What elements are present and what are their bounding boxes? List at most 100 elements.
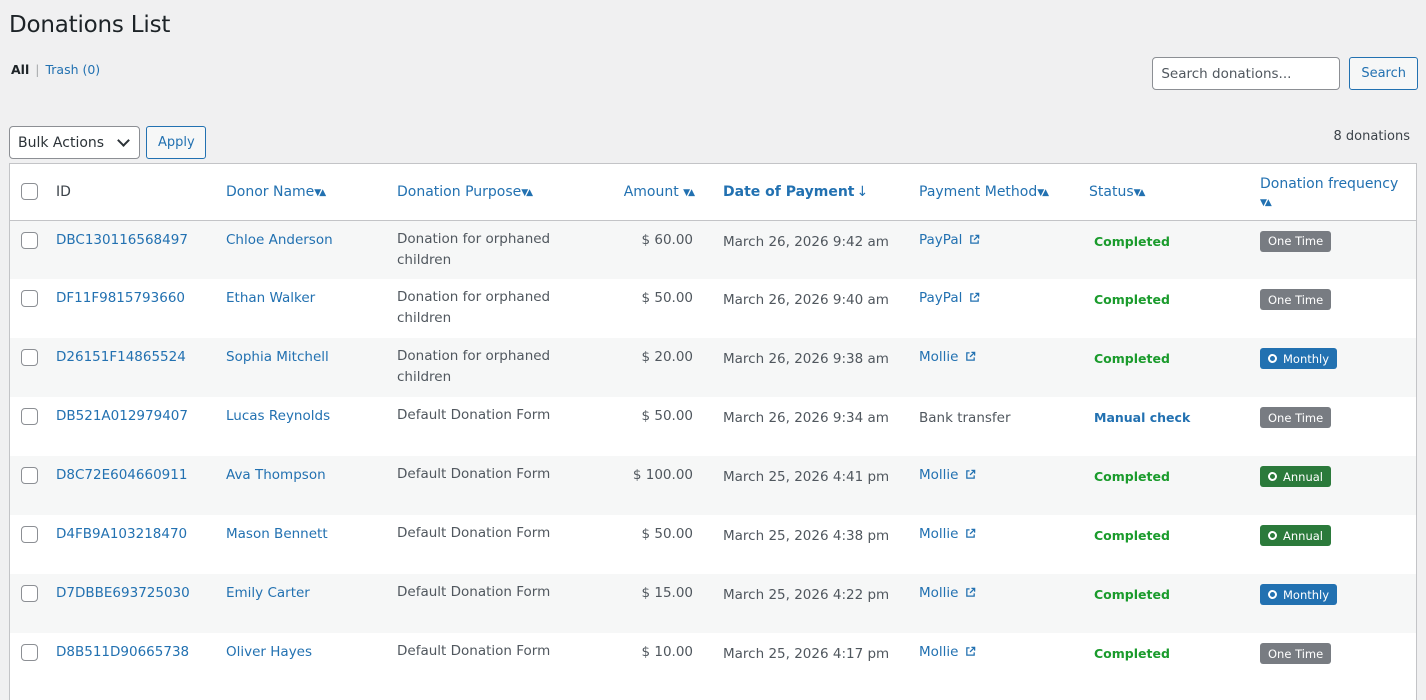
donation-id-link[interactable]: DB521A012979407 xyxy=(56,408,188,424)
donor-name-link[interactable]: Ethan Walker xyxy=(226,290,315,306)
donation-id-link[interactable]: D4FB9A103218470 xyxy=(56,526,187,542)
column-date-of-payment[interactable]: Date of Payment ↓ xyxy=(723,164,919,221)
date-cell: March 26, 2026 9:40 am xyxy=(723,279,919,338)
status-text: Completed xyxy=(1094,292,1170,307)
amount-cell: $ 60.00 xyxy=(611,220,723,279)
row-checkbox[interactable] xyxy=(21,644,38,661)
frequency-label: Monthly xyxy=(1283,351,1330,366)
recurring-cycle-icon xyxy=(1268,590,1277,599)
frequency-cell: One Time xyxy=(1260,279,1416,338)
payment-method[interactable]: Mollie xyxy=(919,585,958,601)
donor-name-link[interactable]: Oliver Hayes xyxy=(226,644,312,660)
status-text[interactable]: Manual check xyxy=(1089,408,1190,425)
donor-name-cell: Lucas Reynolds xyxy=(226,397,397,456)
date-cell: March 25, 2026 4:17 pm xyxy=(723,633,919,692)
donation-id-link[interactable]: DBC130116568497 xyxy=(56,232,188,248)
apply-button[interactable]: Apply xyxy=(146,126,206,159)
row-checkbox[interactable] xyxy=(21,585,38,602)
table-row: DF11F9815793660 Ethan Walker Donation fo… xyxy=(10,279,1416,338)
frequency-cell: Monthly xyxy=(1260,574,1416,633)
purpose-cell: Default Donation Form xyxy=(397,574,611,633)
amount-value: $ 60.00 xyxy=(641,231,693,248)
payment-method[interactable]: Mollie xyxy=(919,467,958,483)
payment-method[interactable]: PayPal xyxy=(919,290,962,306)
payment-method[interactable]: Mollie xyxy=(919,526,958,542)
payment-date: March 25, 2026 4:22 pm xyxy=(723,587,890,603)
row-select-cell xyxy=(10,397,56,456)
status-cell: Completed xyxy=(1089,338,1260,397)
bulk-actions-select[interactable]: Bulk Actions xyxy=(9,126,140,159)
sort-arrows-icon: ▼▲ xyxy=(521,187,533,198)
donor-name-link[interactable]: Ava Thompson xyxy=(226,467,326,483)
amount-value: $ 100.00 xyxy=(632,467,693,483)
table-row: D8C72E604660911 Ava Thompson Default Don… xyxy=(10,456,1416,515)
donation-id-link[interactable]: DF11F9815793660 xyxy=(56,290,185,306)
payment-method[interactable]: Mollie xyxy=(919,349,958,365)
column-amount[interactable]: Amount ▼▲ xyxy=(611,164,723,221)
row-select-cell xyxy=(10,633,56,692)
date-cell: March 25, 2026 4:22 pm xyxy=(723,574,919,633)
table-row: D26151F14865524 Sophia Mitchell Donation… xyxy=(10,338,1416,397)
donation-id-link[interactable]: D8C72E604660911 xyxy=(56,467,187,483)
donation-id-cell: DB521A012979407 xyxy=(56,397,226,456)
payment-method[interactable]: Mollie xyxy=(919,644,958,660)
row-checkbox[interactable] xyxy=(21,231,38,249)
amount-value: $ 20.00 xyxy=(641,349,693,365)
filter-all[interactable]: All xyxy=(11,62,29,77)
amount-cell: $ 10.00 xyxy=(611,633,723,692)
row-checkbox[interactable] xyxy=(21,349,38,366)
column-donor-name[interactable]: Donor Name▼▲ xyxy=(226,164,397,221)
donor-name-cell: Ethan Walker xyxy=(226,279,397,338)
filter-trash[interactable]: Trash (0) xyxy=(45,62,100,77)
frequency-label: Monthly xyxy=(1283,587,1330,602)
column-donation-purpose[interactable]: Donation Purpose▼▲ xyxy=(397,164,611,221)
search-button[interactable]: Search xyxy=(1349,57,1418,90)
payment-date: March 25, 2026 4:41 pm xyxy=(723,469,890,485)
sort-arrows-icon: ▼▲ xyxy=(683,187,695,198)
row-select-cell xyxy=(10,279,56,338)
donor-name-cell: Chloe Anderson xyxy=(226,220,397,279)
table-row: DB521A012979407 Lucas Reynolds Default D… xyxy=(10,397,1416,456)
amount-cell: $ 100.00 xyxy=(611,456,723,515)
donation-id-link[interactable]: D26151F14865524 xyxy=(56,349,186,365)
payment-date: March 26, 2026 9:38 am xyxy=(723,351,889,367)
row-checkbox[interactable] xyxy=(21,408,38,425)
column-payment-method[interactable]: Payment Method▼▲ xyxy=(919,164,1089,221)
external-link-icon[interactable] xyxy=(969,292,980,303)
donation-id-link[interactable]: D7DBBE693725030 xyxy=(56,585,190,601)
donor-name-link[interactable]: Mason Bennett xyxy=(226,526,328,542)
method-cell: PayPal xyxy=(919,220,1089,279)
frequency-label: One Time xyxy=(1268,234,1324,248)
external-link-icon[interactable] xyxy=(965,469,976,480)
method-cell: Mollie xyxy=(919,633,1089,692)
select-all-checkbox[interactable] xyxy=(21,183,38,201)
date-cell: March 26, 2026 9:38 am xyxy=(723,338,919,397)
donation-id-link[interactable]: D8B511D90665738 xyxy=(56,644,189,660)
donor-name-link[interactable]: Lucas Reynolds xyxy=(226,408,330,424)
column-status[interactable]: Status▼▲ xyxy=(1089,164,1260,221)
amount-cell: $ 50.00 xyxy=(611,515,723,574)
search-input[interactable] xyxy=(1152,57,1341,90)
tablenav: Bulk Actions Apply 8 donations xyxy=(9,126,1410,159)
row-checkbox[interactable] xyxy=(21,526,38,543)
row-checkbox[interactable] xyxy=(21,290,38,307)
donor-name-link[interactable]: Sophia Mitchell xyxy=(226,349,329,365)
donor-name-link[interactable]: Chloe Anderson xyxy=(226,232,333,248)
external-link-icon[interactable] xyxy=(965,587,976,598)
donation-purpose: Default Donation Form xyxy=(397,643,551,659)
donor-name-link[interactable]: Emily Carter xyxy=(226,585,310,601)
purpose-cell: Default Donation Form xyxy=(397,397,611,456)
column-donation-frequency[interactable]: Donation frequency ▼▲ xyxy=(1260,164,1416,221)
amount-value: $ 15.00 xyxy=(641,585,693,601)
external-link-icon[interactable] xyxy=(965,528,976,539)
column-donor-name-label: Donor Name xyxy=(226,183,315,200)
donation-id-cell: D8B511D90665738 xyxy=(56,633,226,692)
row-select-cell xyxy=(10,515,56,574)
payment-method[interactable]: PayPal xyxy=(919,232,962,248)
external-link-icon[interactable] xyxy=(965,646,976,657)
external-link-icon[interactable] xyxy=(965,351,976,362)
row-checkbox[interactable] xyxy=(21,467,38,484)
date-cell: March 25, 2026 4:38 pm xyxy=(723,515,919,574)
external-link-icon[interactable] xyxy=(969,234,980,245)
recurring-cycle-icon xyxy=(1268,472,1277,481)
